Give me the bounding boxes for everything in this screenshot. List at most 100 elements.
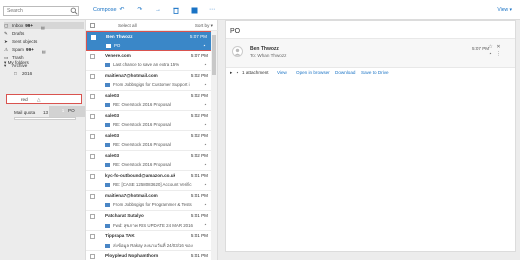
spam-icon: ⚠ [4,46,9,52]
row-checkbox[interactable] [90,74,95,79]
message-time: 5:02 PM [190,133,208,138]
envelope-icon [106,43,111,48]
star-icon[interactable]: ☆ [488,45,493,50]
unread-count: 99+ [26,47,34,52]
scrollbar-thumb[interactable] [212,35,216,75]
open-in-browser-link[interactable]: Open in browser [296,70,330,75]
spam-icon[interactable] [190,7,198,14]
folder-sidebar: ▢ Inbox 99+ ▤ ✎ Drafts ➤ Sent objects ⚠ Spam 99… [0,20,89,260]
message-preview: From Jobbsgigs for Customer Support i [105,82,200,87]
row-checkbox[interactable] [90,154,95,159]
envelope-icon [105,62,110,67]
recipient-line: To: Whan Thwozz [250,53,287,58]
folder-label: Drafts [12,31,25,36]
message-sender: maitiena7@hotmail.com [105,73,158,78]
close-icon[interactable]: ✕ [496,45,501,50]
search-icon[interactable] [70,7,78,15]
message-row[interactable]: Patcharat Sutalyo 5:01 PM Fwd: สุขภาพ RIS … [86,211,212,231]
message-subject: Fwd: สุขภาพ RIS UPDATE 24 MAR 2016 [113,223,193,228]
row-checkbox[interactable] [90,194,95,199]
folder-2016[interactable]: □ 2016 [14,70,84,77]
select-all-label[interactable]: Select all [118,23,137,28]
folder-sent[interactable]: ➤ Sent objects [4,38,84,45]
delete-folder-icon[interactable]: △ [37,97,41,103]
my-folders-heading[interactable]: ▾ My folders [4,60,29,66]
row-checkbox[interactable] [91,35,96,40]
row-checkbox[interactable] [90,234,95,239]
compose-button[interactable]: Compose [93,7,117,13]
message-row-selected[interactable]: Ben Thwozz 5:07 PM PO ⋆ [86,31,212,51]
message-time: 5:02 PM [190,73,208,78]
attachment-icon: ⋆ [203,142,207,148]
message-time: 5:07 PM [190,53,208,58]
message-preview: PO [106,43,201,48]
folder-label: red [21,97,28,102]
folder-icon: □ [14,70,17,76]
envelope-icon [105,102,110,107]
row-checkbox[interactable] [90,254,95,259]
attachment-icon: ⋆ [203,102,207,108]
message-time: 5:02 PM [190,153,208,158]
view-button[interactable]: View ▾ [497,7,512,13]
settings-icon[interactable]: ▤ [41,24,45,30]
reply-all-icon[interactable]: ↷ [136,7,144,14]
search-input[interactable] [3,6,79,16]
select-all-checkbox[interactable] [90,23,95,28]
row-checkbox[interactable] [90,214,95,219]
message-time: 5:01 PM [190,173,208,178]
attachment-icon: ⋆ [202,43,206,49]
message-row[interactable]: kyc-fo-outbound@amazon.co.uk 5:01 PM RE: [… [86,171,212,191]
message-row[interactable]: Tipprapa TAK 5:01 PM ส่งข้อมูล Rakay ลงนาม… [86,231,212,251]
mail-quota-value: 13 [43,110,49,115]
row-checkbox[interactable] [90,134,95,139]
message-time: 5:01 PM [190,253,208,258]
forward-icon[interactable]: → [154,7,162,14]
message-subject: RE: Overstock 2016 Proposal [113,142,171,147]
envelope-icon [105,243,110,248]
message-sender: sale03 [105,133,120,138]
message-sender: Patcharat Sutalyo [105,213,144,218]
mail-app: Compose ↶ ↷ → ⋯ View ▾ ▢Inbox99+▤ ✎Draft… [0,0,520,260]
envelope-icon [105,122,110,127]
empty-spam-icon[interactable]: ▤ [42,48,46,54]
message-row[interactable]: sale03 5:02 PM RE: Overstock 2016 Proposal… [86,111,212,131]
envelope-icon [105,162,110,167]
chevron-right-icon[interactable]: ▸ [230,70,232,76]
save-to-drive-link[interactable]: Save to Drive [361,70,389,75]
message-subject: From Jobbsgigs for Customer Support i [113,82,190,87]
message-preview: RE: Overstock 2016 Proposal [105,142,200,147]
message-sender: Venere.com [105,53,131,58]
folder-spam[interactable]: ⚠ Spam 99+ ▤ [4,46,84,54]
folder-drafts[interactable]: ✎ Drafts [4,30,84,37]
view-attachment-link[interactable]: View [277,70,287,75]
delete-icon[interactable] [172,7,180,14]
message-row[interactable]: sale03 5:02 PM RE: Overstock 2016 Proposal… [86,91,212,111]
row-checkbox[interactable] [90,114,95,119]
sort-by-button[interactable]: Sort by ▾ [195,23,213,29]
folder-inbox[interactable]: ▢ Inbox 99+ ▤ [4,22,84,30]
row-checkbox[interactable] [90,54,95,59]
message-row[interactable]: sale03 5:02 PM RE: Overstock 2016 Proposal… [86,151,212,171]
message-time: 5:01 PM [190,193,208,198]
chevron-down-icon: ▾ [4,60,7,65]
message-row[interactable]: maitiena7@hotmail.com 5:02 PM From Jobbsgi… [86,71,212,91]
reply-icon[interactable]: ↶ [118,7,126,14]
sender-name: Ben Thwozz [250,46,279,52]
message-sender: Ploypleud Nophamthorn [105,253,159,258]
row-checkbox[interactable] [90,174,95,179]
message-row[interactable]: maitiena7@hotmail.com 5:01 PM From Jobbsgi… [86,191,212,211]
message-header: Ben Thwozz To: Whan Thwozz 5:07 PM ☆ ✕ ⋆… [226,38,515,68]
message-row[interactable]: Ploypleud Nophamthorn 5:01 PM [86,251,212,260]
message-row[interactable]: sale03 5:02 PM RE: Overstock 2016 Proposal… [86,131,212,151]
download-link[interactable]: Download [335,70,355,75]
drag-subject: PO [68,108,75,113]
folder-red-drop-target[interactable]: red △ [6,94,82,104]
list-scrollbar[interactable] [211,31,217,260]
row-checkbox[interactable] [90,94,95,99]
attachment-icon: ⋆ [203,182,207,188]
envelope-icon [105,82,110,87]
more-actions-icon[interactable]: ⋯ [208,7,216,14]
more-icon[interactable]: ⋮ [496,52,501,57]
drag-count-badge: 1 [61,108,65,113]
message-row[interactable]: Venere.com 5:07 PM Last chance to save an … [86,51,212,71]
